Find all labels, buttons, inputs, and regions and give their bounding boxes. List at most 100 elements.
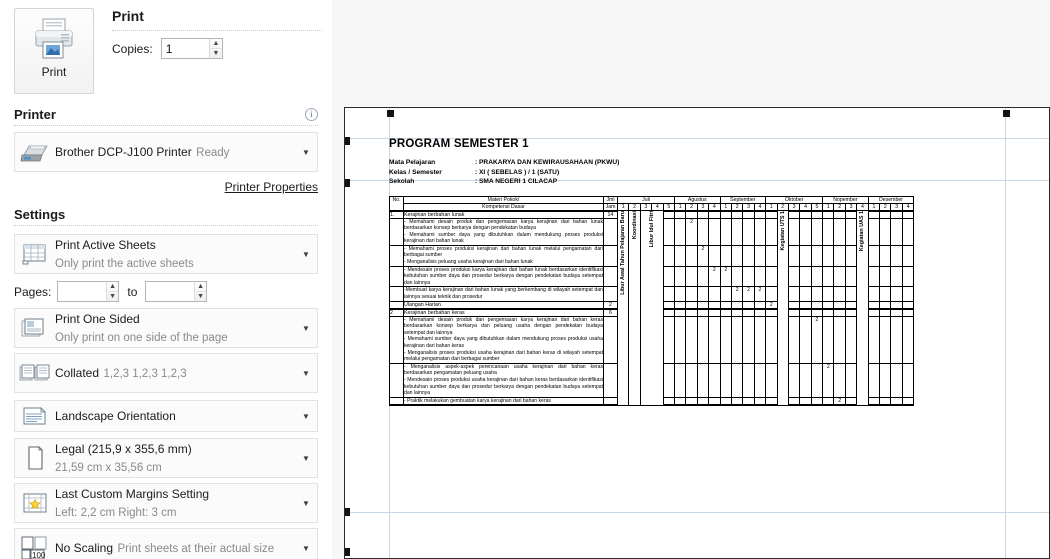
margin-handle-left-lower[interactable] bbox=[345, 179, 350, 187]
margin-handle-top-right[interactable] bbox=[1003, 110, 1010, 117]
copies-increment-icon[interactable]: ▲ bbox=[210, 39, 222, 49]
cell-week-mark bbox=[787, 286, 801, 302]
margin-handle-bottom-left[interactable] bbox=[345, 508, 350, 516]
pages-to-spinner-arrows[interactable]: ▲ ▼ bbox=[193, 282, 207, 301]
setting-title: No Scaling bbox=[55, 541, 114, 555]
cell-week-mark: 2 bbox=[719, 265, 732, 288]
paper-size-icon bbox=[15, 445, 55, 471]
cell-week-mark bbox=[753, 265, 767, 288]
pages-from-spinner-arrows[interactable]: ▲ ▼ bbox=[105, 282, 119, 301]
cell-week-mark bbox=[662, 217, 676, 246]
cell-week-mark bbox=[662, 209, 676, 219]
setting-scaling[interactable]: 100 No Scaling Print sheets at their act… bbox=[14, 528, 318, 559]
pages-to-decrement-icon[interactable]: ▼ bbox=[195, 292, 207, 301]
print-button[interactable]: Print bbox=[14, 8, 94, 94]
cell-week-mark bbox=[696, 307, 710, 317]
print-settings-pane: Print Print Copies: ▲ ▼ Printer i bbox=[0, 0, 332, 559]
setting-margins[interactable]: Last Custom Margins Setting Left: 2,2 cm… bbox=[14, 483, 318, 523]
printer-large-icon bbox=[31, 17, 77, 61]
week-cell: 1 bbox=[765, 202, 778, 211]
cell-no: 1. bbox=[389, 209, 404, 219]
month-juli: Juli bbox=[617, 195, 675, 204]
setting-subtitle: Left: 2,2 cm Right: 3 cm bbox=[55, 507, 177, 519]
margin-handle-top-left[interactable] bbox=[387, 110, 394, 117]
cell-competency-text: - Menganalisis aspek-aspek perencanaan u… bbox=[403, 362, 604, 398]
cell-week-mark bbox=[765, 362, 778, 398]
copies-stepper[interactable]: ▲ ▼ bbox=[160, 38, 223, 59]
setting-subtitle: Print sheets at their actual size bbox=[117, 543, 275, 555]
cell-week-mark bbox=[685, 265, 698, 288]
setting-collated[interactable]: Collated 1,2,3 1,2,3 1,2,3 ▼ bbox=[14, 353, 318, 393]
pages-to-stepper[interactable]: ▲ ▼ bbox=[145, 281, 208, 302]
printer-info-icon[interactable]: i bbox=[305, 108, 318, 121]
cell-week-mark bbox=[799, 244, 812, 267]
vertical-label-text: Koordinasi bbox=[631, 211, 638, 240]
document-title: PROGRAM SEMESTER 1 bbox=[389, 138, 529, 150]
cell-week-mark bbox=[810, 209, 824, 219]
cell-week-mark bbox=[844, 286, 858, 302]
cell-week-mark: 2 bbox=[708, 265, 721, 288]
cell-week-mark bbox=[787, 244, 801, 267]
cell-week-mark bbox=[753, 300, 767, 310]
pages-to-increment-icon[interactable]: ▲ bbox=[194, 282, 207, 292]
printer-selector[interactable]: Brother DCP-J100 Printer Ready ▼ bbox=[14, 132, 318, 172]
pages-from-stepper[interactable]: ▲ ▼ bbox=[57, 281, 120, 302]
cell-topic: Kerajinan berbahan keras bbox=[403, 307, 604, 317]
copies-spinner-arrows[interactable]: ▲ ▼ bbox=[209, 39, 222, 58]
chevron-down-icon[interactable]: ▼ bbox=[295, 499, 317, 508]
pages-to-input[interactable] bbox=[146, 282, 194, 301]
cell-week-mark bbox=[685, 300, 698, 310]
copies-decrement-icon[interactable]: ▼ bbox=[210, 49, 222, 58]
cell-week-mark bbox=[799, 217, 812, 246]
cell-no bbox=[389, 315, 404, 364]
printer-properties-link[interactable]: Printer Properties bbox=[225, 180, 318, 194]
sheets-icon bbox=[15, 242, 55, 266]
cell-week-mark bbox=[787, 265, 801, 288]
setting-paper-size[interactable]: Legal (215,9 x 355,6 mm) 21,59 cm x 35,5… bbox=[14, 438, 318, 478]
cell-week-mark bbox=[719, 396, 732, 407]
cell-jml-jam bbox=[603, 217, 618, 246]
cell-week-mark bbox=[662, 265, 676, 288]
cell-week-mark bbox=[799, 265, 812, 288]
table-row-topic: 1. Kerajinan berbahan lunak 14 Libur Awal T… bbox=[389, 209, 915, 406]
setting-print-active-sheets[interactable]: Print Active Sheets Only print the activ… bbox=[14, 234, 318, 274]
chevron-down-icon[interactable]: ▼ bbox=[295, 369, 317, 378]
cell-week-mark bbox=[673, 286, 687, 302]
margin-handle-left-upper[interactable] bbox=[345, 137, 350, 145]
week-cell: 3 bbox=[787, 202, 801, 211]
page-preview[interactable]: PROGRAM SEMESTER 1 Mata Pelajaran : PRAK… bbox=[344, 107, 1050, 559]
orientation-icon bbox=[15, 405, 55, 427]
week-cell: 1 bbox=[616, 202, 630, 211]
pages-from-increment-icon[interactable]: ▲ bbox=[106, 282, 119, 292]
pages-from-input[interactable] bbox=[58, 282, 106, 301]
cell-week-mark bbox=[753, 362, 767, 398]
cell-week-mark bbox=[810, 286, 824, 302]
cell-week-mark bbox=[753, 315, 767, 364]
cell-ulangan-harian: Ulangan Harian bbox=[403, 300, 604, 310]
chevron-down-icon[interactable]: ▼ bbox=[295, 148, 317, 157]
setting-title: Legal (215,9 x 355,6 mm) bbox=[55, 442, 192, 456]
cell-jml-jam: 14 bbox=[603, 209, 618, 219]
setting-print-one-sided[interactable]: Print One Sided Only print on one side o… bbox=[14, 308, 318, 348]
margin-handle-bottom-left-2[interactable] bbox=[345, 548, 350, 556]
chevron-down-icon[interactable]: ▼ bbox=[295, 544, 317, 553]
copies-input[interactable] bbox=[161, 39, 210, 58]
chevron-down-icon[interactable]: ▼ bbox=[295, 324, 317, 333]
chevron-down-icon[interactable]: ▼ bbox=[295, 412, 317, 421]
cell-week-mark bbox=[799, 300, 812, 310]
month-agustus: Agustus bbox=[674, 195, 721, 204]
cell-week-mark bbox=[799, 286, 812, 302]
print-preview-pane: PROGRAM SEMESTER 1 Mata Pelajaran : PRAK… bbox=[332, 0, 1050, 559]
pages-from-decrement-icon[interactable]: ▼ bbox=[107, 292, 119, 301]
cell-week-mark bbox=[867, 244, 881, 267]
cell-week-mark bbox=[765, 286, 778, 302]
week-cell: 1 bbox=[867, 202, 881, 211]
cell-week-mark bbox=[799, 396, 812, 407]
cell-week-mark bbox=[890, 396, 903, 407]
month-desember: Desember bbox=[867, 195, 915, 204]
cell-competency-text: - Memahami proses produksi kerajinan dar… bbox=[403, 244, 604, 267]
setting-orientation[interactable]: Landscape Orientation ▼ bbox=[14, 400, 318, 432]
chevron-down-icon[interactable]: ▼ bbox=[295, 454, 317, 463]
printer-divider bbox=[14, 125, 318, 126]
chevron-down-icon[interactable]: ▼ bbox=[295, 250, 317, 259]
